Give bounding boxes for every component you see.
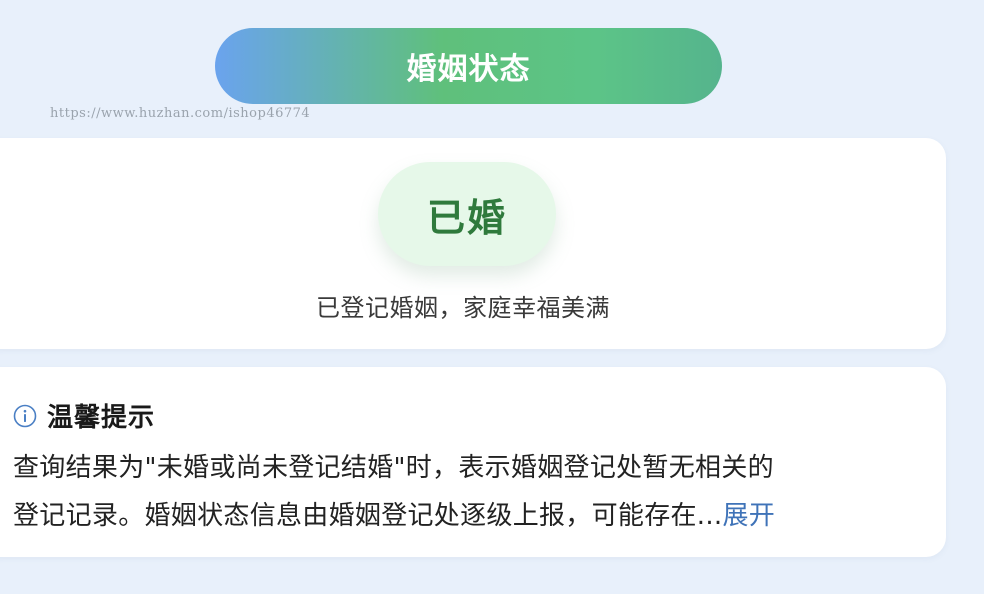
tip-header: 温馨提示 [13, 397, 155, 434]
expand-link[interactable]: 展开 [723, 501, 776, 531]
tip-text-line-1: 查询结果为"未婚或尚未登记结婚"时，表示婚姻登记处暂无相关的 [13, 453, 774, 483]
marital-status-card: 已婚 已登记婚姻，家庭幸福美满 [0, 138, 946, 349]
status-badge-label: 已婚 [426, 195, 507, 240]
tip-card: 温馨提示 查询结果为"未婚或尚未登记结婚"时，表示婚姻登记处暂无相关的 登记记录… [0, 367, 946, 557]
watermark-text: https://www.huzhan.com/ishop46774 [50, 106, 311, 121]
info-icon [13, 404, 37, 428]
page-title: 婚姻状态 [215, 28, 722, 104]
status-badge: 已婚 [378, 162, 556, 266]
page-title-label: 婚姻状态 [406, 52, 531, 87]
status-description: 已登记婚姻，家庭幸福美满 [316, 294, 610, 322]
tip-text-line-2: 登记记录。婚姻状态信息由婚姻登记处逐级上报，可能存在...展开 [13, 495, 775, 532]
tip-text-line-2-content: 登记记录。婚姻状态信息由婚姻登记处逐级上报，可能存在... [13, 501, 723, 531]
tip-title: 温馨提示 [47, 403, 156, 433]
